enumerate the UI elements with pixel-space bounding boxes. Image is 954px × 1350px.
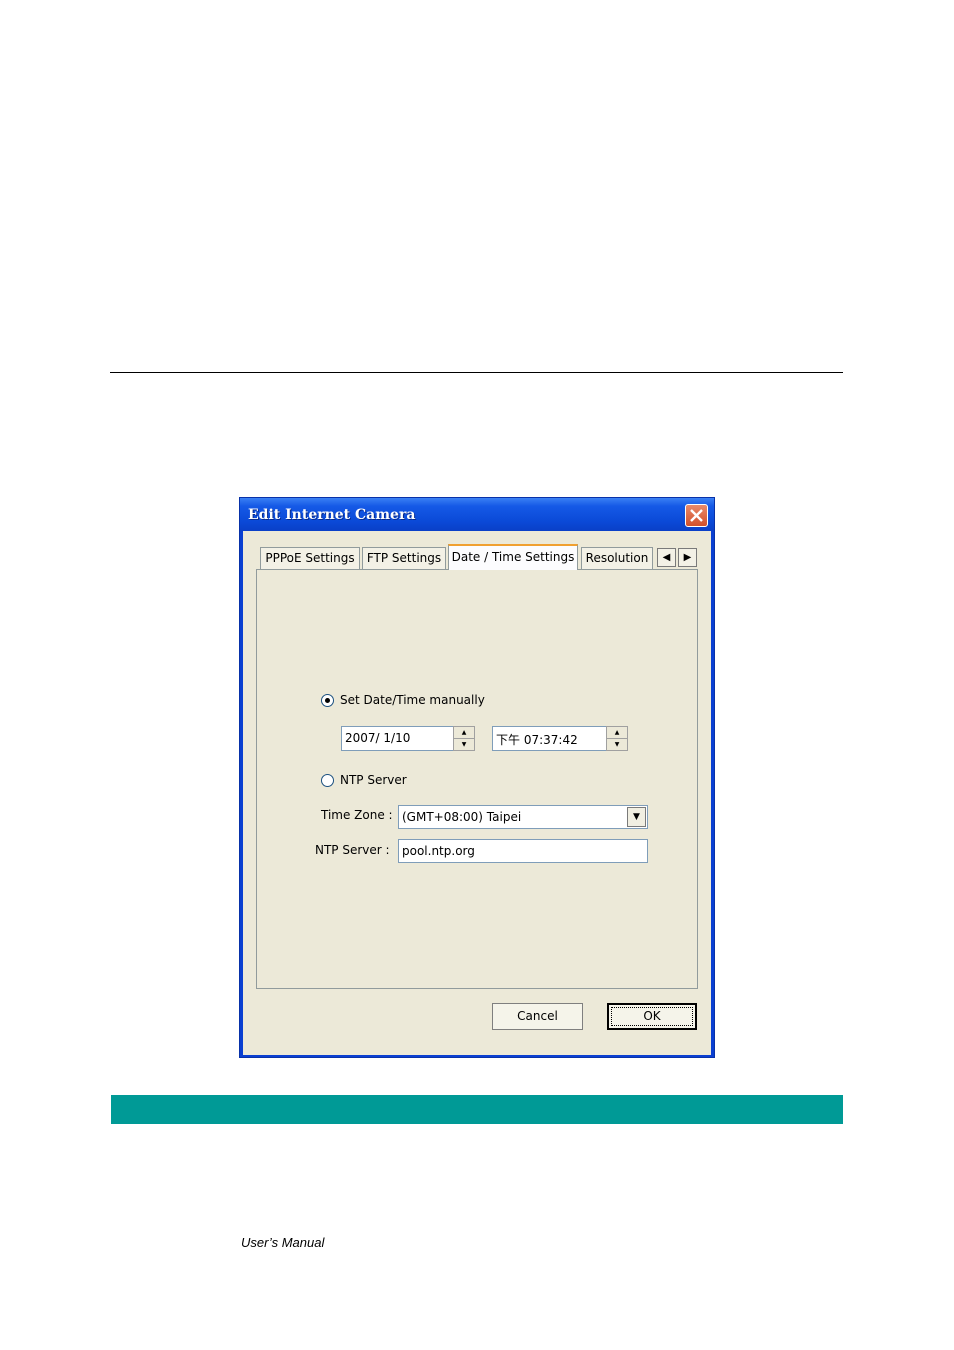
close-button[interactable] [685, 504, 708, 527]
footer-text: User’s Manual [241, 1235, 325, 1250]
dialog-client: PPPoE Settings FTP Settings Date / Time … [243, 531, 711, 1055]
cancel-button[interactable]: Cancel [492, 1003, 583, 1030]
time-zone-value: (GMT+08:00) Taipei [402, 810, 522, 824]
tab-scroll-right-button[interactable]: ▶ [678, 548, 697, 567]
arrow-left-icon: ◀ [662, 552, 671, 563]
chevron-down-icon: ▼ [633, 812, 640, 822]
manual-datetime-radio[interactable] [321, 694, 334, 707]
date-spinner[interactable]: ▲ ▼ [453, 726, 475, 751]
time-zone-dropdown-button[interactable]: ▼ [627, 807, 646, 827]
tab-pppoe-settings[interactable]: PPPoE Settings [260, 547, 360, 569]
spin-up-icon[interactable]: ▲ [607, 727, 627, 739]
focus-rect [611, 1007, 693, 1026]
spin-down-icon[interactable]: ▼ [454, 739, 474, 750]
date-time-panel: Set Date/Time manually 2007/ 1/10 ▲ ▼ 下午… [256, 569, 698, 989]
section-divider [110, 372, 843, 373]
edit-internet-camera-dialog: Edit Internet Camera PPPoE Settings FTP … [239, 497, 715, 1058]
spin-down-icon[interactable]: ▼ [607, 739, 627, 750]
dialog-title: Edit Internet Camera [248, 507, 416, 523]
spin-up-icon[interactable]: ▲ [454, 727, 474, 739]
title-bar[interactable]: Edit Internet Camera [240, 498, 714, 531]
time-zone-select[interactable]: (GMT+08:00) Taipei ▼ [398, 805, 648, 829]
tab-date-time-settings[interactable]: Date / Time Settings [448, 544, 578, 570]
tab-scroll-left-button[interactable]: ◀ [657, 548, 676, 567]
date-field[interactable]: 2007/ 1/10 [341, 726, 455, 751]
tab-ftp-settings[interactable]: FTP Settings [362, 547, 446, 569]
ntp-server-label: NTP Server : [315, 843, 390, 857]
ok-button[interactable]: OK [607, 1003, 697, 1030]
manual-datetime-label: Set Date/Time manually [340, 693, 485, 707]
section-band [111, 1095, 843, 1124]
ntp-server-radio-label: NTP Server [340, 773, 407, 787]
time-field[interactable]: 下午 07:37:42 [492, 726, 608, 751]
arrow-right-icon: ▶ [683, 552, 692, 563]
time-spinner[interactable]: ▲ ▼ [606, 726, 628, 751]
ntp-server-radio[interactable] [321, 774, 334, 787]
time-zone-label: Time Zone : [321, 808, 393, 822]
tab-resolution[interactable]: Resolution [581, 547, 653, 569]
ntp-server-input[interactable]: pool.ntp.org [398, 839, 648, 863]
close-icon [690, 509, 703, 522]
